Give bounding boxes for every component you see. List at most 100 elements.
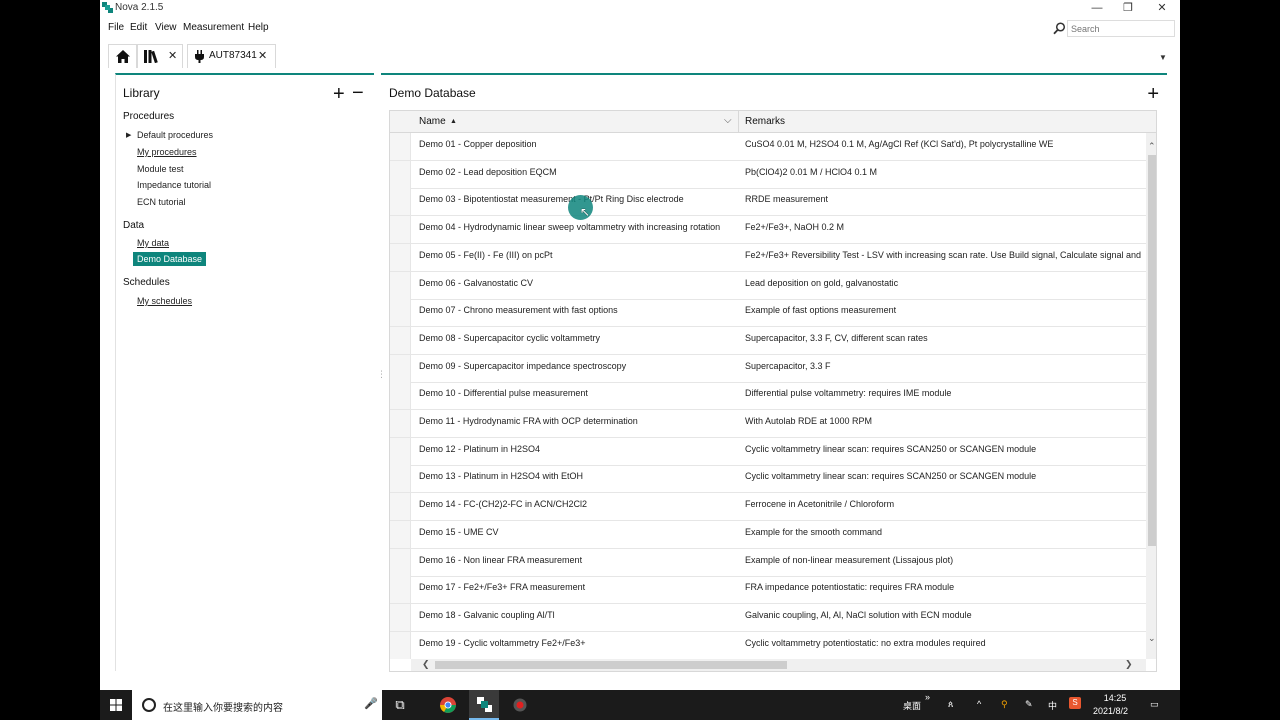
row-header[interactable] bbox=[390, 188, 411, 216]
row-header[interactable] bbox=[390, 410, 411, 437]
tab-instrument[interactable]: AUT87341 ✕ bbox=[187, 44, 276, 68]
table-row[interactable]: Demo 07 - Chrono measurement with fast o… bbox=[390, 299, 1147, 328]
nova-logo-icon bbox=[102, 2, 113, 13]
row-header[interactable] bbox=[390, 520, 411, 548]
close-instrument-tab-icon[interactable]: ✕ bbox=[258, 49, 267, 62]
tree-item-my-procedures[interactable]: My procedures bbox=[137, 147, 197, 157]
table-row[interactable]: Demo 16 - Non linear FRA measurement Exam… bbox=[390, 548, 1147, 577]
scroll-down-icon[interactable]: ⌄ bbox=[1148, 633, 1156, 644]
table-row[interactable]: Demo 01 - Copper deposition CuSO4 0.01 M,… bbox=[390, 133, 1147, 161]
table-row[interactable]: Demo 08 - Supercapacitor cyclic voltamme… bbox=[390, 326, 1147, 355]
menu-measurement[interactable]: Measurement bbox=[183, 22, 244, 33]
table-row[interactable]: Demo 09 - Supercapacitor impedance spect… bbox=[390, 354, 1147, 383]
restore-button[interactable]: ❐ bbox=[1111, 0, 1145, 17]
column-divider[interactable] bbox=[738, 111, 739, 133]
table-row[interactable]: Demo 10 - Differential pulse measurement… bbox=[390, 382, 1147, 411]
tree-item-ecn-tutorial[interactable]: ECN tutorial bbox=[137, 197, 186, 207]
table-row[interactable]: Demo 03 - Bipotentiostat measurement - P… bbox=[390, 188, 1147, 217]
pen-icon[interactable]: ✎ bbox=[1025, 699, 1033, 710]
table-row[interactable]: Demo 11 - Hydrodynamic FRA with OCP dete… bbox=[390, 410, 1147, 438]
horizontal-scroll-thumb[interactable] bbox=[435, 661, 787, 669]
sogou-ime-icon[interactable]: S bbox=[1069, 697, 1081, 709]
library-add-button[interactable]: + bbox=[333, 84, 345, 104]
show-hidden-icons-icon[interactable]: ^ bbox=[977, 699, 981, 709]
tree-item-my-data[interactable]: My data bbox=[137, 238, 169, 248]
tree-item-impedance-tutorial[interactable]: Impedance tutorial bbox=[137, 180, 211, 190]
minimize-button[interactable]: — bbox=[1080, 0, 1114, 17]
recorder-icon[interactable] bbox=[505, 690, 535, 720]
tab-home[interactable] bbox=[108, 44, 137, 68]
table-row[interactable]: Demo 18 - Galvanic coupling Al/Tl Galvani… bbox=[390, 603, 1147, 632]
people-icon[interactable]: ጰ bbox=[948, 699, 953, 710]
row-header[interactable] bbox=[390, 548, 411, 576]
row-header[interactable] bbox=[390, 326, 411, 354]
microphone-icon[interactable]: 🎤 bbox=[364, 697, 378, 710]
row-header[interactable] bbox=[390, 493, 411, 521]
row-header[interactable] bbox=[390, 299, 411, 327]
ime-mode-icon[interactable]: 中 bbox=[1048, 699, 1057, 712]
instrument-tab-label: AUT87341 bbox=[209, 50, 257, 61]
clock-time[interactable]: 14:25 bbox=[1102, 693, 1128, 703]
library-icon bbox=[144, 50, 158, 63]
table-row[interactable]: Demo 13 - Platinum in H2SO4 with EtOH Cyc… bbox=[390, 465, 1147, 494]
table-horizontal-scrollbar[interactable]: ❮ ❯ bbox=[411, 659, 1146, 671]
chrome-icon[interactable] bbox=[433, 690, 463, 720]
overflow-icon[interactable]: » bbox=[925, 692, 930, 702]
table-row[interactable]: Demo 06 - Galvanostatic CV Lead depositio… bbox=[390, 271, 1147, 300]
row-header[interactable] bbox=[390, 382, 411, 410]
menu-help[interactable]: Help bbox=[248, 22, 269, 33]
library-remove-button[interactable]: − bbox=[352, 83, 364, 103]
row-header[interactable] bbox=[390, 133, 411, 160]
menu-view[interactable]: View bbox=[155, 22, 177, 33]
chevron-down-icon[interactable]: ⌵ bbox=[724, 115, 732, 126]
taskbar-search-box[interactable]: 在这里输入你要搜索的内容 🎤 bbox=[132, 690, 382, 720]
scroll-left-icon[interactable]: ❮ bbox=[422, 659, 430, 670]
tree-item-module-test[interactable]: Module test bbox=[137, 164, 184, 174]
close-window-button[interactable]: ✕ bbox=[1145, 0, 1179, 17]
search-tray-icon[interactable]: ⚲ bbox=[1001, 699, 1008, 710]
table-row[interactable]: Demo 02 - Lead deposition EQCM Pb(ClO4)2 … bbox=[390, 160, 1147, 189]
tree-item-default-procedures[interactable]: Default procedures bbox=[137, 130, 213, 140]
row-header[interactable] bbox=[390, 465, 411, 493]
scroll-right-icon[interactable]: ❯ bbox=[1125, 659, 1133, 670]
column-header-remarks[interactable]: Remarks bbox=[745, 116, 785, 127]
row-header[interactable] bbox=[390, 354, 411, 382]
column-header-name[interactable]: Name bbox=[419, 116, 446, 127]
table-row[interactable]: Demo 12 - Platinum in H2SO4 Cyclic voltam… bbox=[390, 437, 1147, 466]
row-header[interactable] bbox=[390, 271, 411, 299]
table-row[interactable]: Demo 05 - Fe(II) - Fe (III) on pcPt Fe2+/… bbox=[390, 243, 1147, 272]
cell-name: Demo 02 - Lead deposition EQCM bbox=[419, 166, 557, 177]
row-header[interactable] bbox=[390, 216, 411, 244]
vertical-scroll-thumb[interactable] bbox=[1148, 155, 1156, 546]
windows-icon[interactable] bbox=[110, 699, 122, 711]
close-library-tab-icon[interactable]: ✕ bbox=[168, 49, 177, 62]
row-header[interactable] bbox=[390, 631, 411, 659]
row-header[interactable] bbox=[390, 576, 411, 604]
table-row[interactable]: Demo 15 - UME CV Example for the smooth c… bbox=[390, 520, 1147, 549]
desktop-toolbar-label[interactable]: 桌面 bbox=[903, 699, 921, 712]
row-header[interactable] bbox=[390, 603, 411, 631]
task-view-icon[interactable]: ⧉ bbox=[390, 690, 410, 720]
tab-list-dropdown-icon[interactable]: ▼ bbox=[1159, 53, 1167, 62]
table-row[interactable]: Demo 14 - FC-(CH2)2-FC in ACN/CH2Cl2 Ferr… bbox=[390, 493, 1147, 522]
sort-ascending-icon[interactable]: ▲ bbox=[450, 118, 457, 125]
expand-arrow-icon[interactable]: ▶ bbox=[126, 131, 131, 139]
notification-icon[interactable]: ▭ bbox=[1150, 699, 1159, 710]
row-header[interactable] bbox=[390, 243, 411, 271]
nova-icon[interactable] bbox=[469, 690, 499, 720]
menu-edit[interactable]: Edit bbox=[130, 22, 147, 33]
scroll-up-icon[interactable]: ⌃ bbox=[1148, 141, 1156, 152]
table-row[interactable]: Demo 04 - Hydrodynamic linear sweep volt… bbox=[390, 216, 1147, 245]
row-header[interactable] bbox=[390, 160, 411, 188]
tree-item-my-schedules[interactable]: My schedules bbox=[137, 296, 192, 306]
clock-date[interactable]: 2021/8/2 bbox=[1093, 706, 1128, 716]
table-row[interactable]: Demo 17 - Fe2+/Fe3+ FRA measurement FRA i… bbox=[390, 576, 1147, 605]
table-row[interactable]: Demo 19 - Cyclic voltammetry Fe2+/Fe3+ Cy… bbox=[390, 631, 1147, 659]
database-add-button[interactable]: + bbox=[1147, 84, 1159, 104]
row-header[interactable] bbox=[390, 437, 411, 465]
menu-file[interactable]: File bbox=[108, 22, 124, 33]
search-input[interactable] bbox=[1067, 20, 1175, 37]
tab-library[interactable]: ✕ bbox=[137, 44, 183, 68]
tree-item-demo-database[interactable]: Demo Database bbox=[133, 252, 207, 266]
table-vertical-scrollbar[interactable]: ⌃ ⌄ bbox=[1146, 133, 1156, 659]
